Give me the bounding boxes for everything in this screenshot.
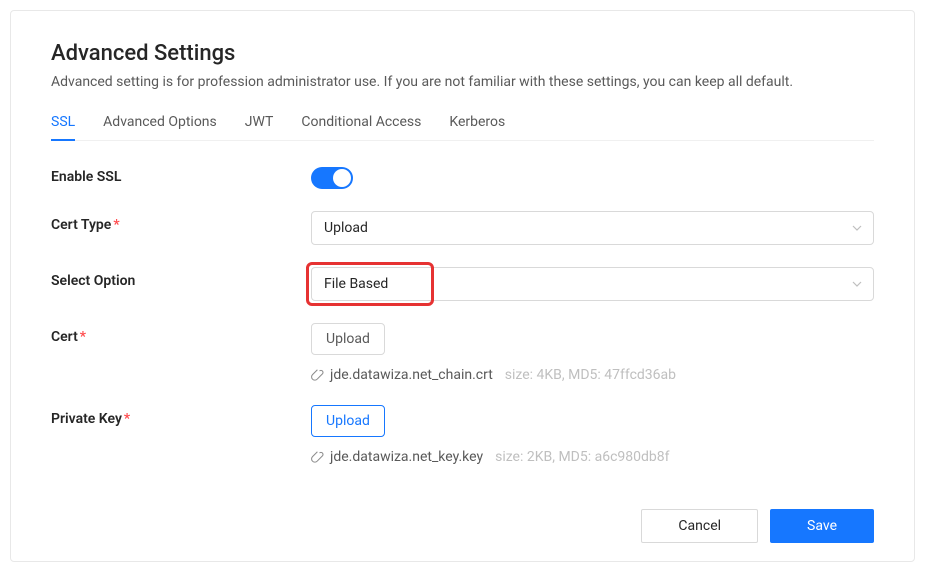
cert-type-value: Upload bbox=[324, 220, 368, 236]
tab-kerberos[interactable]: Kerberos bbox=[449, 114, 505, 140]
page-subtitle: Advanced setting is for profession admin… bbox=[51, 74, 874, 90]
advanced-settings-panel: Advanced Settings Advanced setting is fo… bbox=[10, 10, 915, 562]
save-button[interactable]: Save bbox=[770, 509, 874, 543]
required-marker: * bbox=[124, 411, 130, 427]
required-marker: * bbox=[80, 329, 86, 345]
chevron-down-icon bbox=[851, 278, 863, 290]
cancel-button[interactable]: Cancel bbox=[641, 509, 758, 543]
private-key-file-info: jde.datawiza.net_key.key size: 2KB, MD5:… bbox=[311, 449, 874, 465]
cert-file-name: jde.datawiza.net_chain.crt bbox=[330, 367, 493, 383]
enable-ssl-toggle[interactable] bbox=[311, 167, 353, 189]
enable-ssl-label: Enable SSL bbox=[51, 163, 311, 185]
private-key-file-name: jde.datawiza.net_key.key bbox=[330, 449, 483, 465]
private-key-file-meta: size: 2KB, MD5: a6c980db8f bbox=[495, 449, 669, 465]
paperclip-icon bbox=[311, 369, 324, 382]
cert-type-select[interactable]: Upload bbox=[311, 211, 874, 245]
paperclip-icon bbox=[311, 451, 324, 464]
private-key-label-text: Private Key bbox=[51, 411, 122, 427]
cert-type-label-text: Cert Type bbox=[51, 217, 111, 233]
required-marker: * bbox=[113, 217, 119, 233]
tab-conditional-access[interactable]: Conditional Access bbox=[301, 114, 421, 140]
cert-label: Cert* bbox=[51, 323, 311, 345]
tab-advanced-options[interactable]: Advanced Options bbox=[103, 114, 217, 140]
footer-actions: Cancel Save bbox=[641, 509, 874, 543]
select-option-value: File Based bbox=[324, 276, 388, 292]
private-key-upload-button[interactable]: Upload bbox=[311, 405, 385, 437]
cert-type-label: Cert Type* bbox=[51, 211, 311, 233]
select-option-label: Select Option bbox=[51, 267, 311, 289]
tab-ssl[interactable]: SSL bbox=[51, 114, 75, 140]
chevron-down-icon bbox=[851, 222, 863, 234]
tab-jwt[interactable]: JWT bbox=[245, 114, 274, 140]
select-option-select[interactable]: File Based bbox=[311, 267, 874, 301]
private-key-label: Private Key* bbox=[51, 405, 311, 427]
cert-upload-button[interactable]: Upload bbox=[311, 323, 385, 355]
page-title: Advanced Settings bbox=[51, 41, 874, 66]
cert-file-meta: size: 4KB, MD5: 47ffcd36ab bbox=[505, 367, 676, 383]
tabs: SSL Advanced Options JWT Conditional Acc… bbox=[51, 114, 874, 141]
cert-label-text: Cert bbox=[51, 329, 78, 345]
cert-file-info: jde.datawiza.net_chain.crt size: 4KB, MD… bbox=[311, 367, 874, 383]
